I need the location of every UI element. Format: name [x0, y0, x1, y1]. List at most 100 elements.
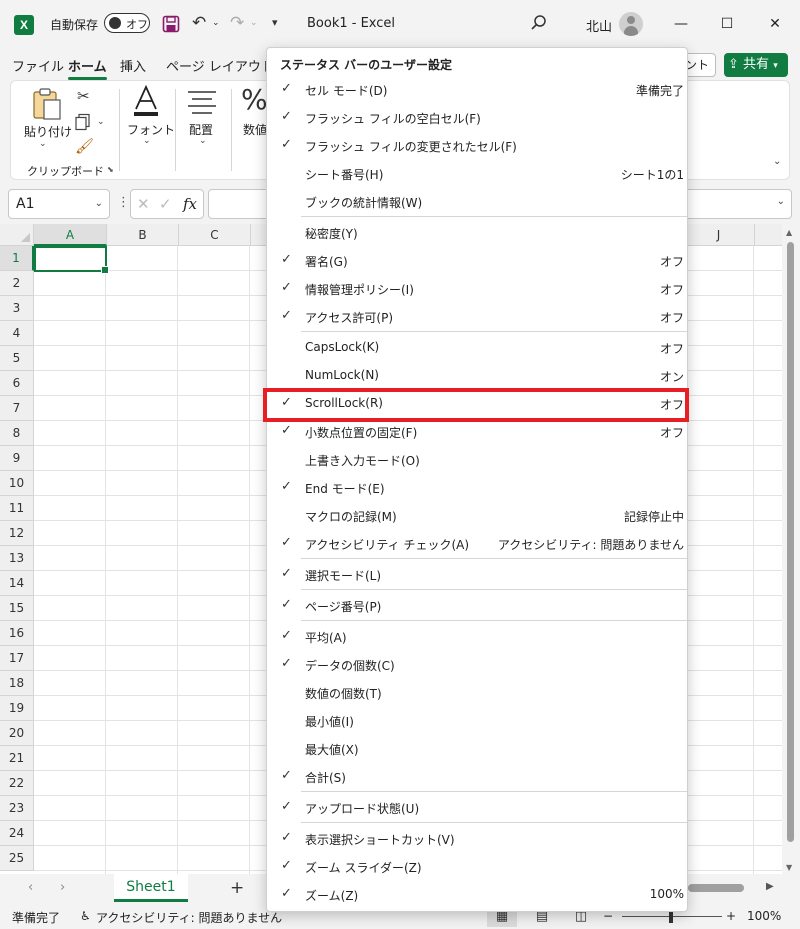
dialog-launcher-icon[interactable]: ⬊ — [107, 165, 114, 174]
row-header[interactable]: 7 — [0, 396, 34, 421]
add-sheet-button[interactable]: + — [230, 878, 244, 898]
search-icon[interactable] — [530, 14, 548, 32]
menu-item[interactable]: 最小値(I) — [267, 707, 687, 735]
menu-item[interactable]: ✓ セル モード(D) 準備完了 — [267, 76, 687, 104]
menu-item[interactable]: ✓ アクセス許可(P) オフ — [267, 303, 687, 331]
tab-page-layout[interactable]: ページ レイアウト — [166, 56, 274, 75]
row-header[interactable]: 4 — [0, 321, 34, 346]
row-header[interactable]: 14 — [0, 571, 34, 596]
prev-sheet-icon[interactable]: ‹ — [28, 880, 33, 895]
menu-item[interactable]: ✓ ページ番号(P) — [267, 592, 687, 620]
font-label[interactable]: フォント — [127, 121, 175, 138]
menu-item[interactable]: CapsLock(K) オフ — [267, 334, 687, 362]
zoom-level[interactable]: 100% — [747, 909, 781, 923]
minimize-button[interactable]: — — [666, 10, 696, 38]
row-header[interactable]: 25 — [0, 846, 34, 871]
avatar[interactable] — [619, 12, 643, 36]
cancel-icon[interactable]: ✕ — [137, 195, 150, 213]
paste-icon[interactable] — [31, 87, 63, 121]
row-header[interactable]: 19 — [0, 696, 34, 721]
format-painter-icon[interactable]: 🖌 — [75, 137, 94, 155]
name-box[interactable]: A1 ⌄ — [8, 189, 110, 219]
save-icon[interactable] — [162, 15, 180, 33]
menu-item[interactable]: 秘密度(Y) — [267, 219, 687, 247]
scroll-up-icon[interactable]: ▲ — [786, 228, 792, 237]
menu-item[interactable]: ✓ ズーム(Z) 100% — [267, 881, 687, 909]
copy-icon[interactable] — [74, 113, 92, 131]
autosave-toggle[interactable]: オフ — [104, 13, 150, 33]
menu-item[interactable]: ✓ ScrollLock(R) オフ — [267, 390, 687, 418]
font-dropdown-icon[interactable]: ⌄ — [143, 136, 151, 146]
select-all-button[interactable] — [0, 224, 34, 246]
menu-item[interactable]: ✓ ズーム スライダー(Z) — [267, 853, 687, 881]
tab-home[interactable]: ホーム — [68, 56, 107, 80]
menu-item[interactable]: ✓ 平均(A) — [267, 623, 687, 651]
menu-item[interactable]: ✓ アップロード状態(U) — [267, 794, 687, 822]
chevron-down-icon[interactable]: ⌄ — [95, 190, 103, 218]
menu-item[interactable]: ✓ End モード(E) — [267, 474, 687, 502]
chevron-down-icon[interactable]: ⌄ — [777, 196, 785, 207]
column-header[interactable] — [755, 224, 782, 246]
menu-item[interactable]: ブックの統計情報(W) — [267, 188, 687, 216]
menu-item[interactable]: ✓ フラッシュ フィルの空白セル(F) — [267, 104, 687, 132]
row-header[interactable]: 17 — [0, 646, 34, 671]
row-header[interactable]: 21 — [0, 746, 34, 771]
zoom-in-button[interactable]: + — [726, 909, 736, 923]
row-header[interactable]: 20 — [0, 721, 34, 746]
tab-file[interactable]: ファイル — [12, 56, 64, 75]
row-header[interactable]: 5 — [0, 346, 34, 371]
column-header-c[interactable]: C — [179, 224, 251, 246]
row-header[interactable]: 2 — [0, 271, 34, 296]
row-header[interactable]: 15 — [0, 596, 34, 621]
menu-item[interactable]: マクロの記録(M) 記録停止中 — [267, 502, 687, 530]
menu-item[interactable]: ✓ データの個数(C) — [267, 651, 687, 679]
vertical-scrollbar[interactable]: ▲ ▼ — [782, 224, 800, 874]
column-header-a[interactable]: A — [34, 224, 107, 246]
menu-item[interactable]: ✓ 表示選択ショートカット(V) — [267, 825, 687, 853]
insert-function-icon[interactable]: fx — [183, 195, 197, 213]
column-header-j[interactable]: J — [683, 224, 755, 246]
scroll-right-icon[interactable]: ▶ — [766, 881, 774, 892]
row-header[interactable]: 23 — [0, 796, 34, 821]
undo-dropdown-icon[interactable]: ⌄ — [212, 18, 220, 28]
menu-item[interactable]: 最大値(X) — [267, 735, 687, 763]
accessibility-icon[interactable]: ♿ — [80, 909, 91, 923]
row-header[interactable]: 22 — [0, 771, 34, 796]
next-sheet-icon[interactable]: › — [60, 880, 65, 895]
menu-item[interactable]: ✓ フラッシュ フィルの変更されたセル(F) — [267, 132, 687, 160]
horizontal-scroll-thumb[interactable] — [688, 884, 744, 892]
number-label[interactable]: 数値 — [243, 121, 267, 138]
row-header[interactable]: 16 — [0, 621, 34, 646]
menu-item[interactable]: ✓ 小数点位置の固定(F) オフ — [267, 418, 687, 446]
row-header[interactable]: 3 — [0, 296, 34, 321]
menu-item[interactable]: シート番号(H) シート1の1 — [267, 160, 687, 188]
more-icon[interactable]: ⋮ — [117, 195, 130, 210]
active-cell[interactable] — [34, 246, 109, 274]
chevron-down-icon[interactable]: ⌄ — [773, 156, 781, 167]
scroll-down-icon[interactable]: ▼ — [786, 863, 792, 872]
share-button[interactable]: ⇪ 共有 ▾ — [724, 53, 788, 77]
redo-icon[interactable]: ↷ — [230, 13, 244, 33]
menu-item[interactable]: 数値の個数(T) — [267, 679, 687, 707]
align-dropdown-icon[interactable]: ⌄ — [199, 136, 207, 146]
row-header[interactable]: 24 — [0, 821, 34, 846]
row-header[interactable]: 8 — [0, 421, 34, 446]
paste-label[interactable]: 貼り付け — [24, 123, 72, 140]
cut-icon[interactable]: ✂ — [77, 87, 90, 105]
close-button[interactable]: ✕ — [760, 10, 790, 38]
undo-icon[interactable]: ↶ — [192, 13, 206, 33]
row-header[interactable]: 6 — [0, 371, 34, 396]
tab-insert[interactable]: 挿入 — [120, 56, 146, 75]
sheet-tab[interactable]: Sheet1 — [114, 874, 188, 902]
row-header[interactable]: 1 — [0, 246, 34, 271]
menu-item[interactable]: 上書き入力モード(O) — [267, 446, 687, 474]
customize-qat-icon[interactable]: ▾ — [272, 16, 278, 29]
user-name[interactable]: 北山 — [586, 16, 612, 35]
enter-icon[interactable]: ✓ — [159, 195, 172, 213]
row-header[interactable]: 10 — [0, 471, 34, 496]
status-accessibility[interactable]: アクセシビリティ: 問題ありません — [96, 909, 282, 926]
paste-dropdown-icon[interactable]: ⌄ — [39, 139, 47, 149]
menu-item[interactable]: ✓ 署名(G) オフ — [267, 247, 687, 275]
row-header[interactable]: 9 — [0, 446, 34, 471]
column-header-b[interactable]: B — [107, 224, 179, 246]
